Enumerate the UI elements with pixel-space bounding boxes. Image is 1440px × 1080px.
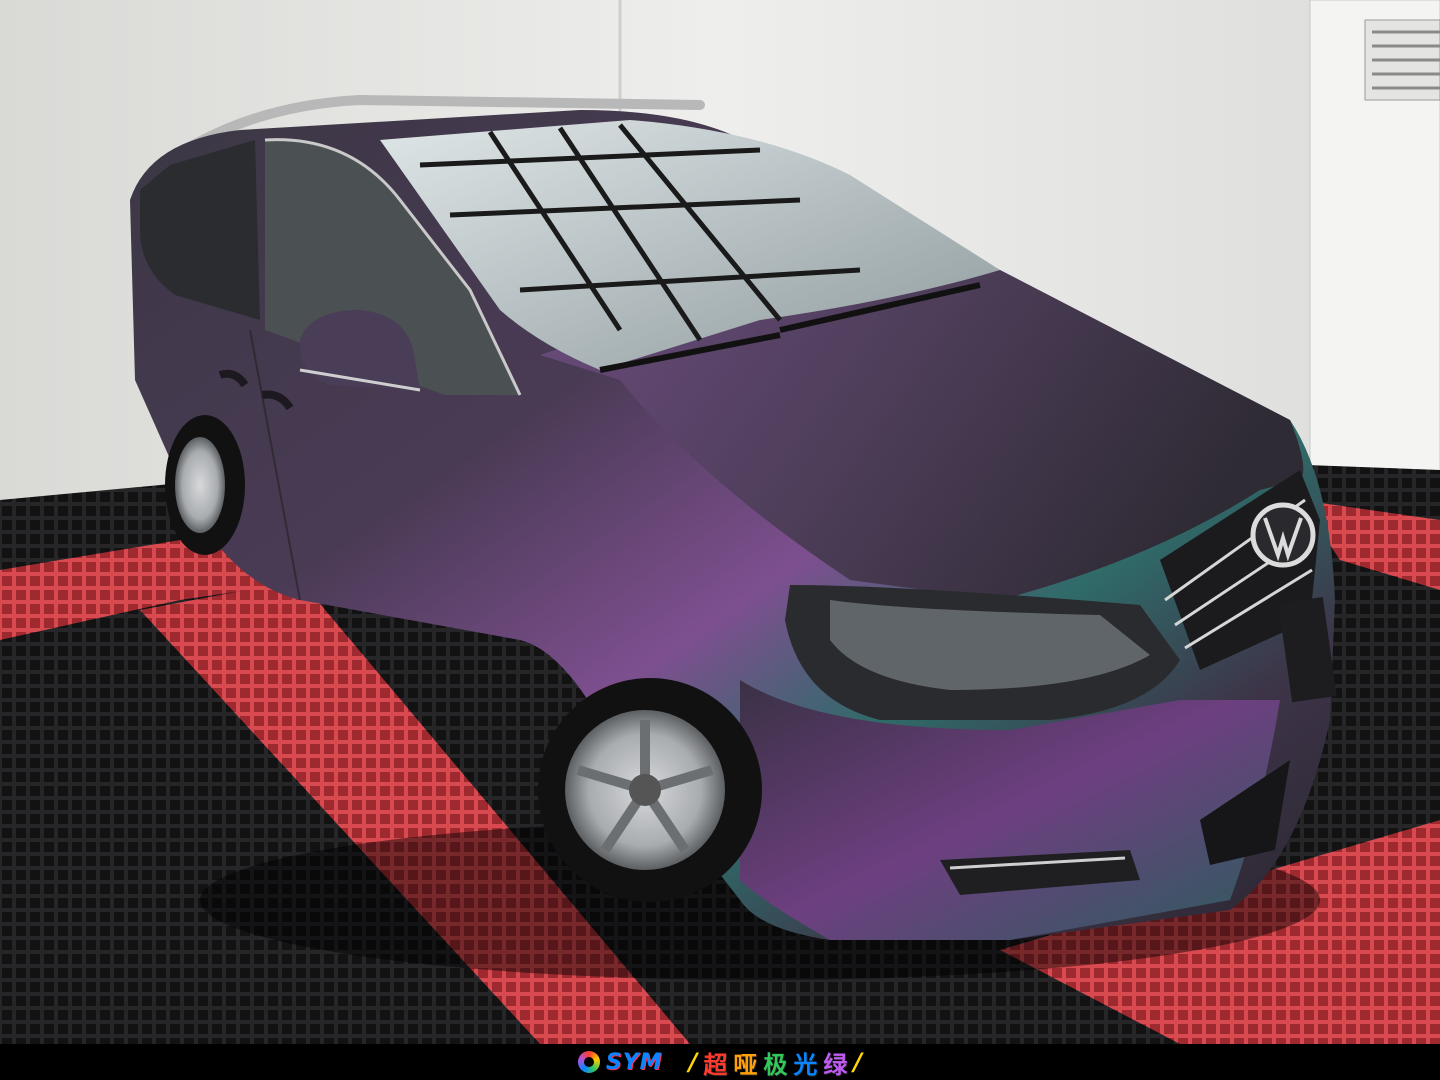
caption-char: 极	[763, 1050, 788, 1079]
brand-logo: SYM	[577, 1049, 663, 1075]
logo-ring-icon	[577, 1051, 600, 1073]
photo-scene	[0, 0, 1440, 1044]
car-photo	[0, 0, 1440, 1044]
logo-text: SYM	[605, 1049, 663, 1075]
caption-slash-open: /	[688, 1048, 698, 1076]
caption-char: 光	[793, 1050, 818, 1079]
rear-rim	[175, 437, 225, 533]
caption-slash-close: /	[853, 1048, 863, 1076]
caption-char: 超	[703, 1050, 728, 1079]
caption-text: / 超 哑 极 光 绿 /	[689, 1045, 863, 1080]
caption-char: 绿	[823, 1050, 848, 1079]
caption-char: 哑	[733, 1050, 758, 1079]
caption-bar: SYM / 超 哑 极 光 绿 /	[0, 1044, 1440, 1080]
